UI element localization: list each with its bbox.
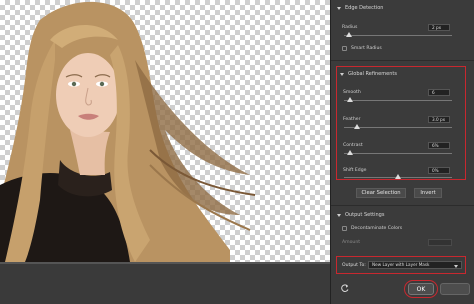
smooth-slider-thumb[interactable]	[347, 97, 354, 102]
canvas-divider	[0, 262, 330, 264]
output-to-value: New Layer with Layer Mask	[372, 262, 430, 267]
shift-edge-value-field[interactable]: 0%	[428, 167, 450, 174]
contrast-slider-thumb[interactable]	[347, 150, 354, 155]
contrast-slider-track[interactable]	[344, 153, 452, 154]
divider	[331, 60, 474, 61]
output-settings-title: Output Settings	[345, 212, 385, 218]
smooth-label: Smooth	[343, 90, 361, 95]
smooth-value-field[interactable]: 6	[428, 89, 450, 96]
chevron-down-icon	[337, 213, 341, 217]
chevron-down-icon	[337, 6, 341, 10]
edge-detection-title: Edge Detection	[345, 5, 384, 11]
shift-edge-slider-thumb[interactable]	[395, 174, 401, 179]
smooth-slider-track[interactable]	[344, 100, 452, 101]
ok-button[interactable]: OK	[408, 283, 434, 295]
output-to-label: Output To:	[342, 263, 366, 268]
radius-slider-thumb[interactable]	[346, 32, 353, 37]
edge-detection-header[interactable]: Edge Detection	[337, 5, 383, 11]
shift-edge-label: Shift Edge	[343, 168, 367, 173]
portrait-image	[0, 1, 256, 262]
radius-value-field[interactable]: 2 px	[428, 24, 450, 31]
reset-icon[interactable]	[340, 283, 350, 293]
divider	[331, 205, 474, 206]
output-settings-header[interactable]: Output Settings	[337, 212, 384, 218]
global-refinements-title: Global Refinements	[348, 71, 397, 77]
decontaminate-colors-label: Decontaminate Colors	[351, 226, 403, 231]
invert-button[interactable]: Invert	[414, 188, 442, 198]
feather-label: Feather	[343, 117, 361, 122]
canvas-area[interactable]	[0, 0, 330, 262]
cancel-button[interactable]	[440, 283, 470, 295]
radius-slider-track[interactable]	[344, 35, 452, 36]
checkbox-icon	[342, 46, 347, 51]
canvas-footer	[0, 262, 330, 304]
global-refinements-highlight	[336, 66, 466, 180]
feather-slider-track[interactable]	[344, 127, 452, 128]
radius-label: Radius	[342, 25, 358, 30]
feather-slider-thumb[interactable]	[353, 124, 360, 129]
chevron-down-icon	[340, 72, 344, 76]
chevron-down-icon	[454, 264, 458, 270]
output-to-select[interactable]: New Layer with Layer Mask	[368, 261, 462, 269]
amount-value-field[interactable]	[428, 239, 452, 246]
photoshop-select-and-mask-window: Edge Detection Radius 2 px Smart Radius …	[0, 0, 474, 304]
feather-value-field[interactable]: 3.0 px	[428, 116, 450, 123]
amount-label: Amount	[342, 240, 361, 245]
decontaminate-colors-checkbox[interactable]: Decontaminate Colors	[342, 226, 402, 231]
contrast-value-field[interactable]: 6%	[428, 142, 450, 149]
smart-radius-label: Smart Radius	[351, 46, 382, 51]
contrast-label: Contrast	[343, 143, 363, 148]
checkbox-icon	[342, 226, 347, 231]
smart-radius-checkbox[interactable]: Smart Radius	[342, 46, 382, 51]
clear-selection-button[interactable]: Clear Selection	[356, 188, 406, 198]
global-refinements-header[interactable]: Global Refinements	[340, 71, 397, 77]
